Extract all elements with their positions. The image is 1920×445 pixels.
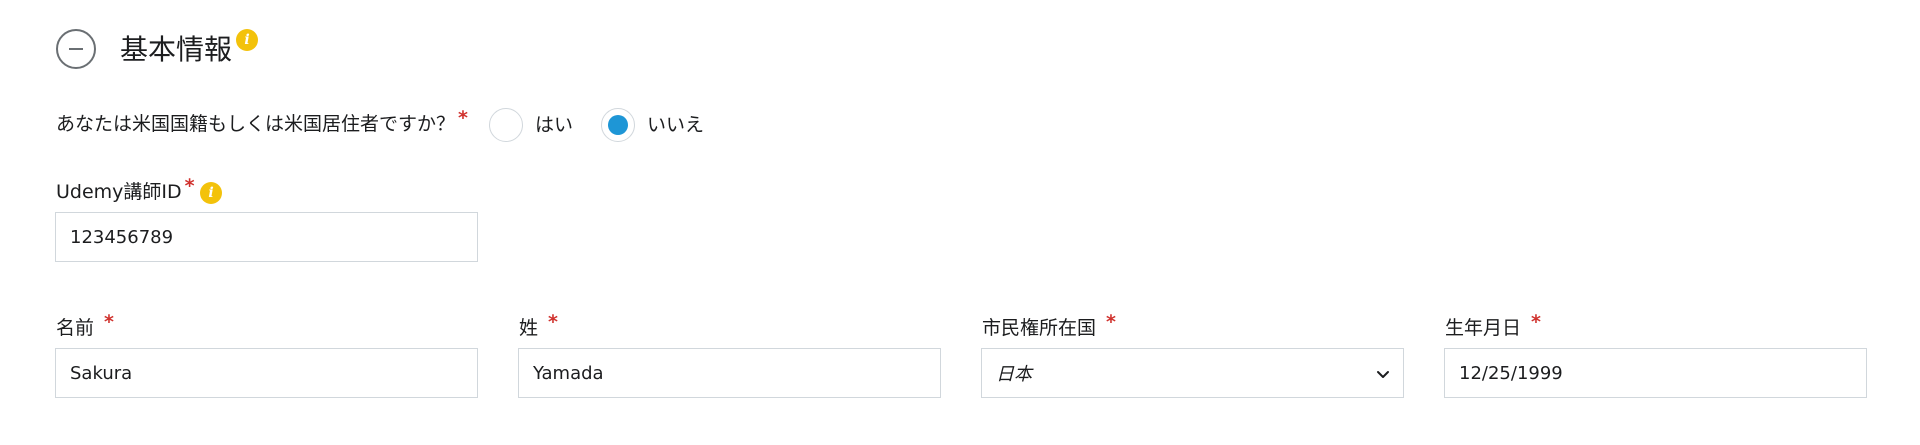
required-asterisk: * xyxy=(184,175,195,197)
first-name-label: 名前 * xyxy=(56,311,114,339)
minus-icon xyxy=(69,48,83,50)
radio-selected-dot xyxy=(608,115,628,135)
chevron-down-icon xyxy=(1377,371,1389,378)
radio-option-yes[interactable]: はい xyxy=(489,108,573,142)
birthdate-input[interactable] xyxy=(1444,348,1867,398)
required-asterisk: * xyxy=(548,311,558,333)
section-title: 基本情報 xyxy=(120,33,233,66)
instructor-id-label: Udemy講師ID * xyxy=(56,175,195,203)
info-icon[interactable]: i xyxy=(236,29,258,51)
info-icon[interactable]: i xyxy=(200,182,222,204)
radio-yes-label: はい xyxy=(535,114,574,136)
collapse-section-button[interactable] xyxy=(56,29,96,69)
first-name-input[interactable] xyxy=(55,348,478,398)
us-citizen-question: あなたは米国国籍もしくは米国居住者ですか？ * xyxy=(56,107,468,138)
country-selected-value: 日本 xyxy=(996,364,1032,385)
citizenship-country-select[interactable]: 日本 xyxy=(981,348,1404,398)
required-asterisk: * xyxy=(1531,311,1541,333)
required-asterisk: * xyxy=(458,107,468,129)
instructor-id-input[interactable] xyxy=(55,212,478,262)
radio-no-label: いいえ xyxy=(647,114,705,136)
radio-yes[interactable] xyxy=(489,108,523,142)
radio-option-no[interactable]: いいえ xyxy=(601,108,704,142)
last-name-label: 姓 * xyxy=(519,311,558,339)
last-name-input[interactable] xyxy=(518,348,941,398)
radio-no[interactable] xyxy=(601,108,635,142)
question-text: あなたは米国国籍もしくは米国居住者ですか？ xyxy=(56,113,456,135)
birthdate-label: 生年月日 * xyxy=(1445,311,1541,339)
required-asterisk: * xyxy=(104,311,114,333)
required-asterisk: * xyxy=(1106,311,1116,333)
citizenship-country-label: 市民権所在国 * xyxy=(982,311,1116,339)
